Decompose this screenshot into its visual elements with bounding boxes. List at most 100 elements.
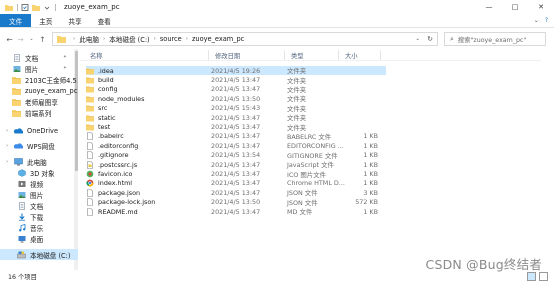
file-row[interactable]: src 2021/4/5 15:43 文件夹 [86,104,386,113]
search-input[interactable]: ⌕ 搜索"zuoye_exam_pc" [444,32,546,46]
file-type: JSON 文件 [287,198,318,207]
address-history-dropdown[interactable]: ⌄ [415,33,420,45]
breadcrumb-this-pc[interactable]: 此电脑 [79,34,99,44]
file-type: JavaScript 文件 [287,161,334,170]
file-row[interactable]: .babelrc 2021/4/5 13:47 BABELRC 文件 1 KB [86,132,386,141]
file-row[interactable]: .gitignore 2021/4/5 13:54 GITIGNORE 文件 1 KB [86,151,386,160]
nav-item[interactable]: 3D 对象 [0,167,78,178]
forward-button[interactable]: → [15,32,26,46]
nav-item[interactable]: 视频 [0,178,78,189]
nav-item[interactable]: 图片 ✦ [0,63,78,74]
nav-item[interactable]: 音乐 [0,222,78,233]
nav-item-label: 此电脑 [27,158,47,167]
column-size[interactable]: 大小 [345,51,358,60]
nav-item[interactable]: 下载 [0,211,78,222]
file-row[interactable]: README.md 2021/4/5 13:47 MD 文件 1 KB [86,207,386,216]
nav-item[interactable]: zuoye_exam_pc [0,85,78,96]
nav-item[interactable]: › 此电脑 [0,156,78,167]
title-bar: zuoye_exam_pc — □ ✕ [0,0,554,14]
file-size [340,104,378,113]
nav-item[interactable]: 桌面 [0,233,78,244]
file-row[interactable]: .idea 2021/4/5 19:26 文件夹 [86,66,386,76]
file-name-cell: .editorconfig [86,141,138,150]
file-name-cell: .babelrc [86,132,124,141]
help-icon[interactable]: ? [545,17,548,24]
nav-item[interactable]: 老师雇图享 [0,96,78,107]
tab-view[interactable]: 查看 [90,14,119,27]
nav-item[interactable]: › OneDrive [0,125,78,136]
file-row[interactable]: build 2021/4/5 13:47 文件夹 [86,75,386,85]
file-row[interactable]: .postcssrc.js 2021/4/5 13:47 JavaScript 文件… [86,160,386,169]
tab-file[interactable]: 文件 [0,14,32,27]
nav-item[interactable]: › WPS网盘 [0,140,78,151]
tab-share[interactable]: 共享 [60,14,89,27]
file-type: Chrome HTML D... [287,179,345,188]
nav-item[interactable]: 本地磁盘 (C:) [0,249,78,260]
refresh-icon[interactable]: ↻ [427,33,433,45]
nav-item-label: 下载 [30,213,44,222]
file-row[interactable]: node_modules 2021/4/5 13:50 文件夹 [86,94,386,103]
chevron-right-icon[interactable]: › [6,159,8,165]
breadcrumb-drive-c[interactable]: 本地磁盘 (C:) [109,34,149,44]
nav-item[interactable]: 前端系列 [0,107,78,118]
desktop-icon [17,235,26,243]
column-divider[interactable] [208,50,209,60]
column-date[interactable]: 修改日期 [215,51,240,60]
chevron-right-icon[interactable]: › [6,143,8,149]
large-icons-view-icon[interactable] [539,272,548,281]
column-divider[interactable] [380,50,381,60]
folder-icon [12,98,21,106]
file-name: favicon.ico [98,170,133,179]
file-name: README.md [98,207,138,216]
new-folder-icon[interactable] [32,4,40,11]
file-type: ICO 图片文件 [287,170,326,179]
properties-icon[interactable] [21,3,29,11]
file-name: .gitignore [98,151,129,160]
column-type[interactable]: 类型 [291,51,304,60]
file-row[interactable]: static 2021/4/5 13:47 文件夹 [86,113,386,122]
nav-item[interactable]: 2103C王金师4.5 [0,74,78,85]
file-row[interactable]: package-lock.json 2021/4/5 13:50 JSON 文件 57… [86,198,386,207]
file-size: 1 KB [363,160,378,169]
file-date: 2021/4/5 13:47 [211,141,261,150]
search-icon: ⌕ [450,34,454,43]
maximize-button[interactable]: □ [502,0,528,14]
file-date: 2021/4/5 19:26 [211,66,261,75]
details-view-icon[interactable] [527,272,536,281]
chevron-down-icon[interactable] [43,4,51,11]
file-list-scrollbar[interactable] [541,49,554,270]
file-row[interactable]: config 2021/4/5 13:47 文件夹 [86,85,386,94]
column-divider[interactable] [284,50,285,60]
file-type: 文件夹 [287,123,307,132]
address-bar[interactable]: › 此电脑 › 本地磁盘 (C:) › source › zuoye_exam_… [52,32,438,46]
nav-item-label: WPS网盘 [27,142,55,151]
file-name-cell: README.md [86,207,138,216]
back-button[interactable]: ← [4,32,15,46]
column-name[interactable]: 名称 [90,51,103,60]
column-divider[interactable] [338,50,339,60]
file-row[interactable]: package.json 2021/4/5 13:47 JSON 文件 3 KB [86,188,386,197]
chevron-down-icon[interactable]: ⌄ [534,17,539,24]
file-size [340,75,378,84]
tab-home[interactable]: 主页 [31,14,60,27]
chevron-right-icon[interactable]: › [6,128,8,134]
nav-item[interactable]: 文档 [0,200,78,211]
file-name-cell: favicon.ico [86,169,132,178]
nav-item-label: 视频 [30,180,44,189]
separator [55,3,56,11]
minimize-button[interactable]: — [476,0,502,14]
file-icon [86,151,94,160]
chevron-right-icon: › [73,36,76,42]
file-row[interactable]: favicon.ico 2021/4/5 13:47 ICO 图片文件 1 KB [86,169,386,179]
nav-item[interactable]: 文档 ✦ [0,52,78,63]
file-row[interactable]: test 2021/4/5 13:47 文件夹 [86,122,386,132]
file-row[interactable]: .editorconfig 2021/4/5 13:47 EDITORCONFIG … [86,141,386,150]
close-button[interactable]: ✕ [528,0,554,14]
breadcrumb-source[interactable]: source [160,35,182,43]
breadcrumb-current[interactable]: zuoye_exam_pc [192,35,244,43]
up-button[interactable]: ↑ [37,32,48,46]
nav-item[interactable]: 图片 [0,189,78,200]
file-row[interactable]: index.html 2021/4/5 13:47 Chrome HTML D...… [86,179,386,188]
recent-locations-button[interactable]: ⌄ [26,32,37,46]
folder-icon [12,76,21,84]
